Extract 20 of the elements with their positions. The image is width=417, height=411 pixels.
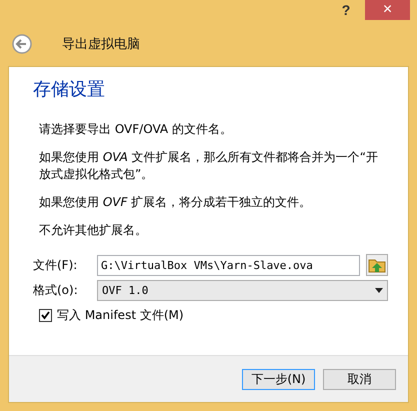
description-text: 如果您使用 OVA 文件扩展名，那么所有文件都将合并为一个“开放式虚拟化格式包”。 — [39, 149, 379, 183]
wizard-title: 导出虚拟电脑 — [62, 36, 140, 53]
browse-button[interactable] — [366, 254, 388, 276]
format-dropdown[interactable]: OVF 1.0 — [97, 280, 388, 301]
manifest-label: 写入 Manifest 文件(M) — [57, 307, 184, 324]
folder-icon — [368, 257, 386, 273]
dropdown-arrow-icon — [375, 288, 383, 293]
back-icon[interactable] — [12, 34, 32, 54]
page-title: 存储设置 — [33, 78, 106, 101]
description-text: 不允许其他扩展名。 — [39, 222, 148, 239]
file-field[interactable]: G:\VirtualBox VMs\Yarn-Slave.ova — [97, 254, 360, 276]
description-text: 如果您使用 OVF 扩展名，将分成若干独立的文件。 — [39, 194, 312, 211]
manifest-checkbox[interactable] — [39, 309, 52, 322]
next-button[interactable]: 下一步(N) — [242, 368, 315, 390]
close-button[interactable]: × — [365, 0, 410, 20]
help-button[interactable]: ? — [333, 0, 359, 20]
cancel-button[interactable]: 取消 — [323, 368, 396, 390]
format-label: 格式(o): — [33, 282, 79, 299]
file-label: 文件(F): — [33, 256, 78, 274]
description-text: 请选择要导出 OVF/OVA 的文件名。 — [39, 121, 233, 138]
